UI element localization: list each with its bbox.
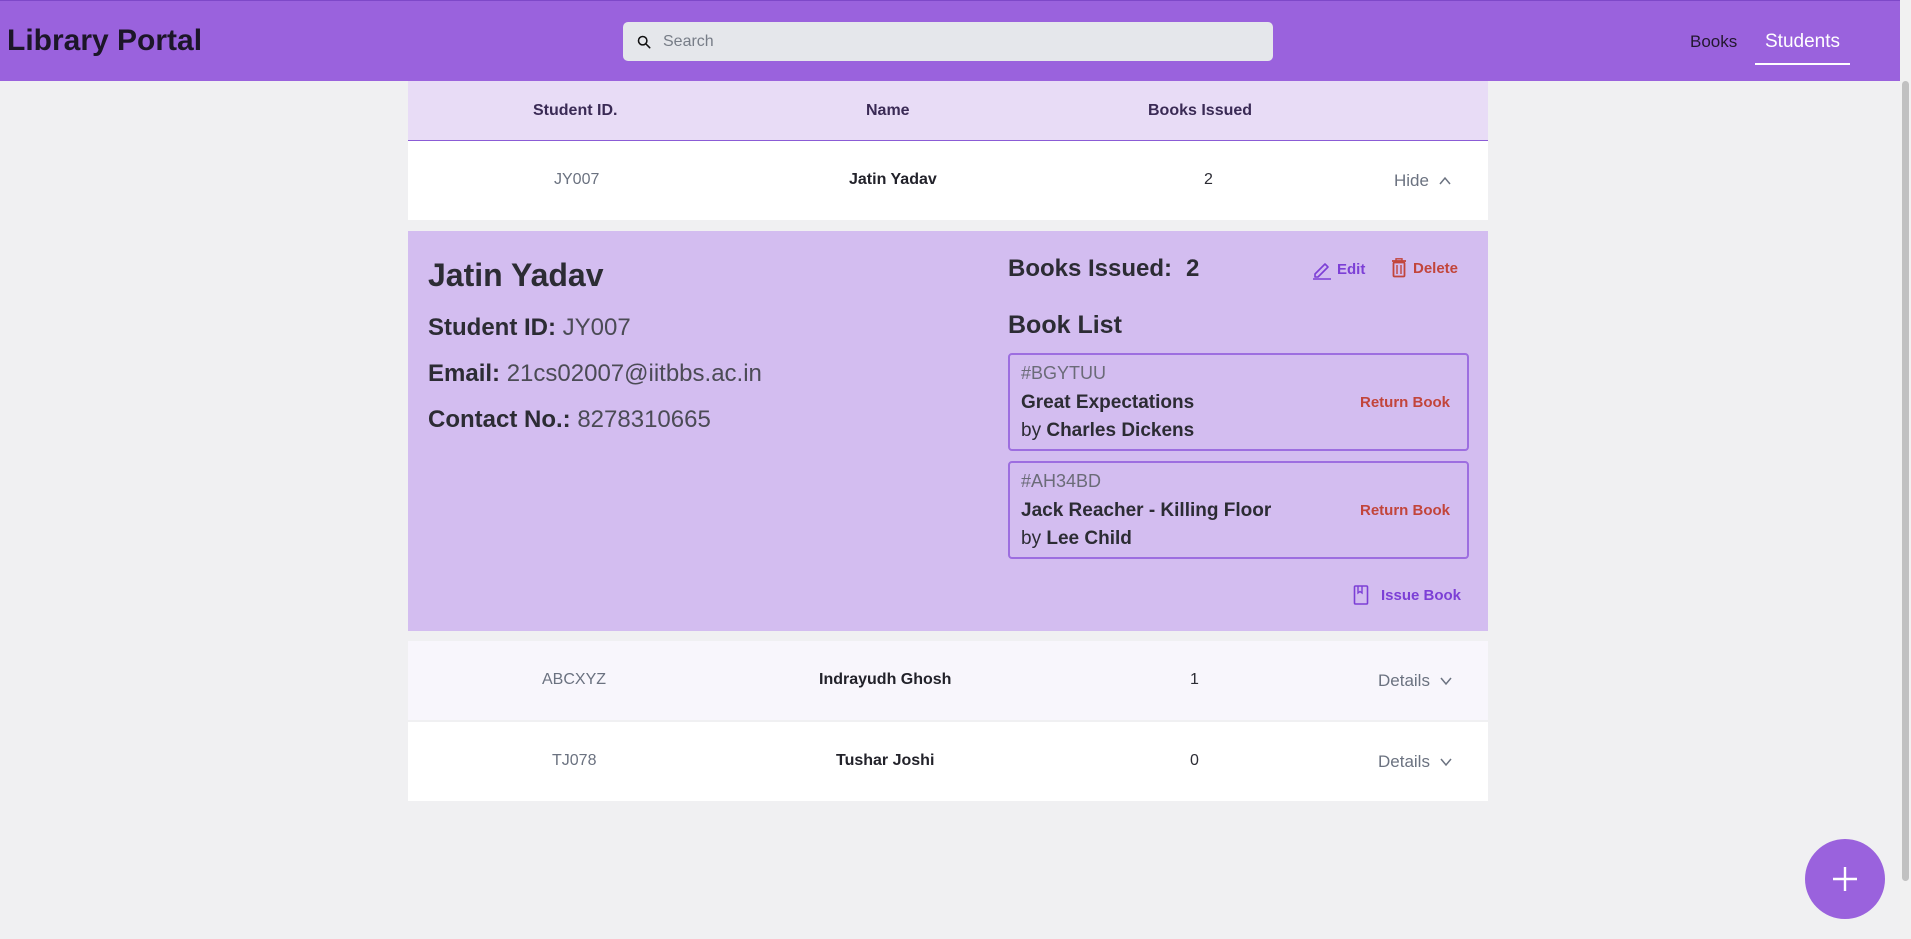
delete-label: Delete bbox=[1413, 259, 1459, 277]
chevron-up-icon bbox=[1439, 176, 1451, 185]
delete-button[interactable]: Delete bbox=[1391, 258, 1458, 278]
book-icon bbox=[1353, 585, 1369, 605]
book-card: #BGYTUU Great Expectations by Charles Di… bbox=[1008, 353, 1469, 451]
return-book-button[interactable]: Return Book bbox=[1360, 394, 1450, 411]
page-scrollbar[interactable] bbox=[1900, 0, 1911, 939]
hide-details-button[interactable]: Hide bbox=[1394, 171, 1452, 191]
contact-label: Contact No.: bbox=[428, 406, 571, 433]
detail-books-issued: Books Issued: 2 bbox=[1008, 255, 1199, 283]
student-name-cell: Indrayudh Ghosh bbox=[819, 671, 952, 688]
email-value: 21cs02007@iitbbs.ac.in bbox=[506, 360, 762, 387]
trash-icon bbox=[1392, 258, 1406, 278]
top-navbar: Library Portal Books Students bbox=[0, 0, 1911, 81]
books-issued-cell: 0 bbox=[1190, 752, 1199, 769]
search-icon bbox=[637, 35, 651, 49]
book-card: #AH34BD Jack Reacher - Killing Floor by … bbox=[1008, 461, 1469, 559]
book-title: Great Expectations bbox=[1021, 392, 1195, 413]
books-issued-value: 2 bbox=[1186, 255, 1200, 282]
books-issued-label: Books Issued: bbox=[1008, 255, 1173, 282]
column-header-student-id: Student ID. bbox=[533, 102, 618, 119]
author-name: Lee Child bbox=[1046, 528, 1132, 549]
book-author: by Lee Child bbox=[1021, 528, 1132, 550]
contact-value: 8278310665 bbox=[577, 406, 711, 433]
toggle-label: Details bbox=[1378, 671, 1430, 690]
author-name: Charles Dickens bbox=[1046, 420, 1195, 441]
edit-label: Edit bbox=[1337, 260, 1366, 278]
table-row[interactable]: JY007 Jatin Yadav 2 Hide bbox=[408, 141, 1488, 220]
student-detail-panel: Jatin Yadav Student ID: JY007 Email: 21c… bbox=[408, 231, 1488, 631]
book-title: Jack Reacher - Killing Floor bbox=[1021, 500, 1272, 521]
books-issued-cell: 1 bbox=[1190, 671, 1199, 688]
detail-student-name: Jatin Yadav bbox=[428, 257, 604, 293]
detail-email: Email: 21cs02007@iitbbs.ac.in bbox=[428, 360, 762, 388]
show-details-button[interactable]: Details bbox=[1378, 671, 1453, 691]
email-label: Email: bbox=[428, 360, 501, 387]
books-issued-cell: 2 bbox=[1204, 171, 1213, 188]
table-row[interactable]: TJ078 Tushar Joshi 0 Details bbox=[408, 722, 1488, 801]
nav-books-link[interactable]: Books bbox=[1690, 32, 1737, 52]
issue-book-label: Issue Book bbox=[1381, 586, 1462, 604]
toggle-label: Details bbox=[1378, 752, 1430, 771]
column-header-name: Name bbox=[866, 102, 910, 119]
pencil-icon bbox=[1313, 263, 1331, 280]
nav-students-link[interactable]: Students bbox=[1755, 31, 1850, 65]
book-code: #BGYTUU bbox=[1021, 363, 1107, 383]
book-code: #AH34BD bbox=[1021, 471, 1102, 491]
toggle-label: Hide bbox=[1394, 171, 1429, 190]
student-id-cell: TJ078 bbox=[552, 752, 597, 769]
scrollbar-thumb[interactable] bbox=[1902, 81, 1909, 881]
student-id-cell: ABCXYZ bbox=[542, 671, 607, 688]
book-author: by Charles Dickens bbox=[1021, 420, 1194, 442]
student-name-cell: Tushar Joshi bbox=[836, 752, 935, 769]
search-bar[interactable] bbox=[623, 22, 1273, 61]
plus-icon bbox=[1833, 867, 1857, 891]
chevron-down-icon bbox=[1440, 758, 1452, 767]
app-title[interactable]: Library Portal bbox=[7, 24, 202, 58]
student-id-cell: JY007 bbox=[554, 171, 600, 188]
chevron-down-icon bbox=[1440, 677, 1452, 686]
student-name-cell: Jatin Yadav bbox=[849, 171, 937, 188]
detail-contact: Contact No.: 8278310665 bbox=[428, 406, 711, 434]
by-label: by bbox=[1021, 420, 1042, 441]
detail-student-id: Student ID: JY007 bbox=[428, 314, 631, 342]
table-header: Student ID. Name Books Issued bbox=[408, 81, 1488, 141]
column-header-books-issued: Books Issued bbox=[1148, 102, 1253, 119]
student-id-label: Student ID: bbox=[428, 314, 556, 341]
add-student-button[interactable] bbox=[1805, 839, 1885, 919]
student-id-value: JY007 bbox=[562, 314, 631, 341]
table-row[interactable]: ABCXYZ Indrayudh Ghosh 1 Details bbox=[408, 641, 1488, 720]
return-book-button[interactable]: Return Book bbox=[1360, 502, 1450, 519]
by-label: by bbox=[1021, 528, 1042, 549]
edit-button[interactable]: Edit bbox=[1311, 258, 1365, 280]
search-input[interactable] bbox=[663, 22, 1263, 61]
issue-book-button[interactable]: Issue Book bbox=[1353, 585, 1461, 605]
show-details-button[interactable]: Details bbox=[1378, 752, 1453, 772]
book-list-heading: Book List bbox=[1008, 311, 1122, 339]
